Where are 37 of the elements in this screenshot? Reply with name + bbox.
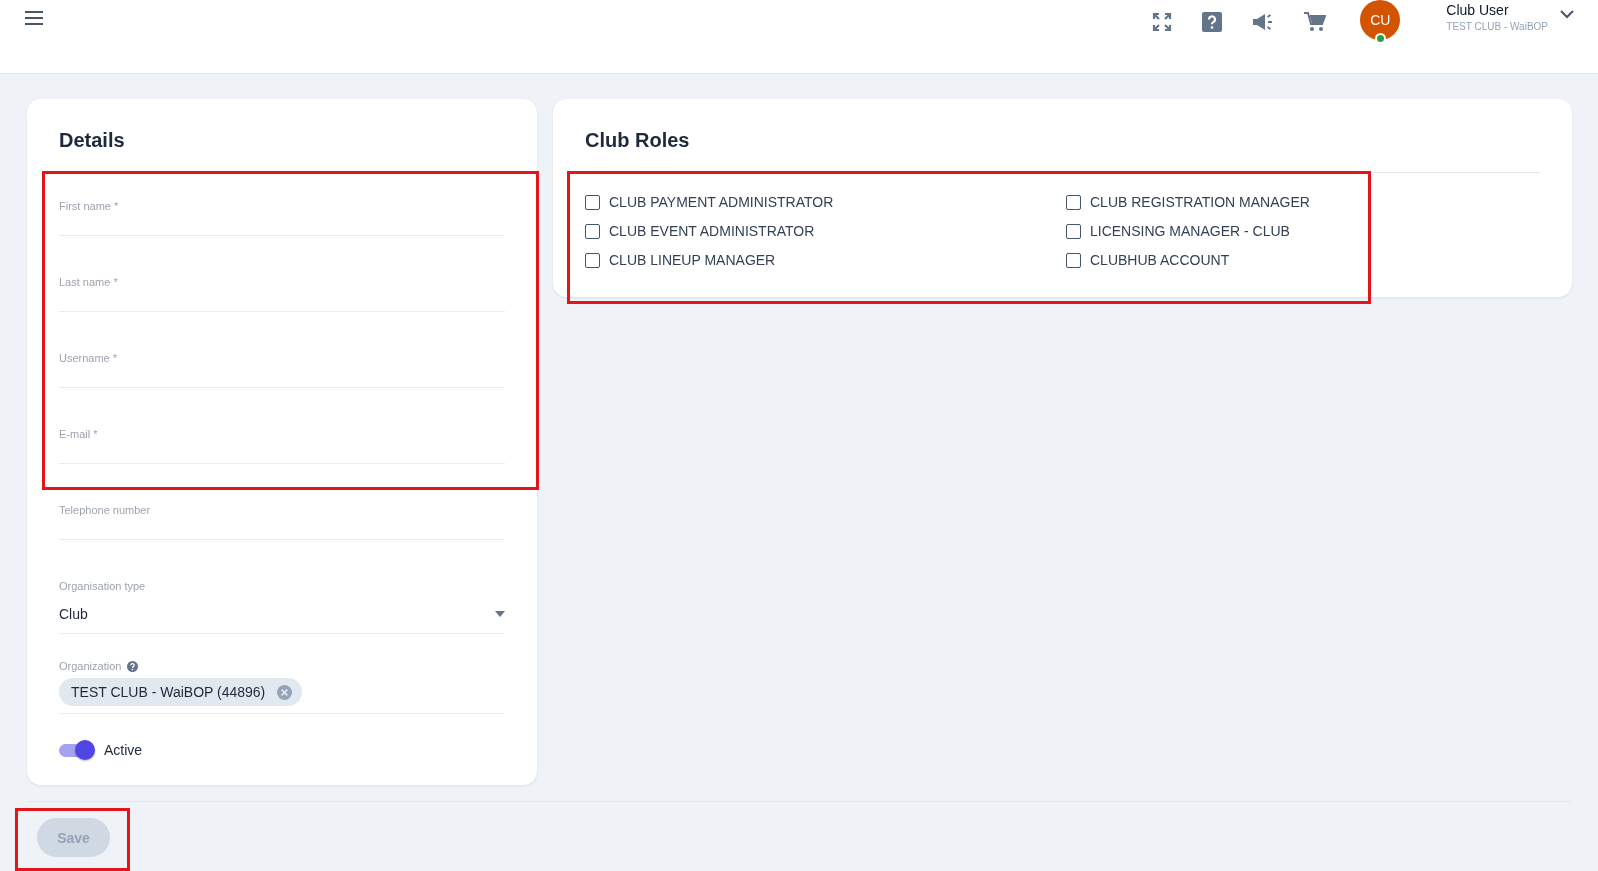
role-checkbox[interactable]: LICENSING MANAGER - CLUB bbox=[1066, 223, 1466, 239]
chevron-down-icon bbox=[1560, 10, 1574, 19]
checkbox-icon[interactable] bbox=[1066, 223, 1081, 239]
card-title: Details bbox=[59, 129, 126, 152]
role-checkbox[interactable]: CLUB LINEUP MANAGER bbox=[585, 252, 1066, 268]
organization-chip: TEST CLUB - WaiBOP (44896) bbox=[59, 678, 303, 706]
card-title: Club Roles bbox=[585, 129, 1540, 173]
field-label: Last name * bbox=[59, 276, 118, 288]
field-label: First name * bbox=[59, 200, 119, 212]
field-label: Telephone number bbox=[59, 504, 151, 516]
megaphone-icon bbox=[1252, 13, 1275, 31]
field-label: Organization bbox=[59, 660, 122, 672]
role-checkbox[interactable]: CLUB PAYMENT ADMINISTRATOR bbox=[585, 194, 1066, 210]
help-icon[interactable] bbox=[127, 660, 139, 672]
role-checkbox[interactable]: CLUBHUB ACCOUNT bbox=[1066, 252, 1466, 268]
field-label: E-mail * bbox=[59, 428, 98, 440]
user-name: Club User bbox=[1446, 2, 1510, 18]
user-avatar[interactable]: CU bbox=[1360, 0, 1401, 40]
cart-icon bbox=[1304, 12, 1327, 32]
field-label: Organisation type bbox=[59, 580, 146, 592]
checkbox-icon[interactable] bbox=[585, 194, 600, 210]
checkbox-icon[interactable] bbox=[1066, 194, 1081, 210]
dropdown-caret-icon bbox=[495, 610, 505, 617]
switch-label: Active bbox=[104, 742, 143, 758]
expand-arrows-icon bbox=[1152, 12, 1173, 32]
checkbox-icon[interactable] bbox=[1066, 252, 1081, 268]
checkbox-icon[interactable] bbox=[585, 252, 600, 268]
select-field[interactable]: Club bbox=[59, 594, 505, 634]
role-checkbox[interactable]: CLUB REGISTRATION MANAGER bbox=[1066, 194, 1466, 210]
active-switch[interactable] bbox=[59, 740, 95, 760]
organization-field[interactable]: TEST CLUB - WaiBOP (44896) bbox=[59, 672, 505, 714]
user-organization: TEST CLUB - WaiBOP bbox=[1446, 21, 1548, 32]
help-icon bbox=[1202, 12, 1223, 32]
field-label: Username * bbox=[59, 352, 118, 364]
role-checkbox[interactable]: CLUB EVENT ADMINISTRATOR bbox=[585, 223, 1066, 239]
checkbox-icon[interactable] bbox=[585, 223, 600, 239]
menu-icon bbox=[24, 10, 44, 26]
